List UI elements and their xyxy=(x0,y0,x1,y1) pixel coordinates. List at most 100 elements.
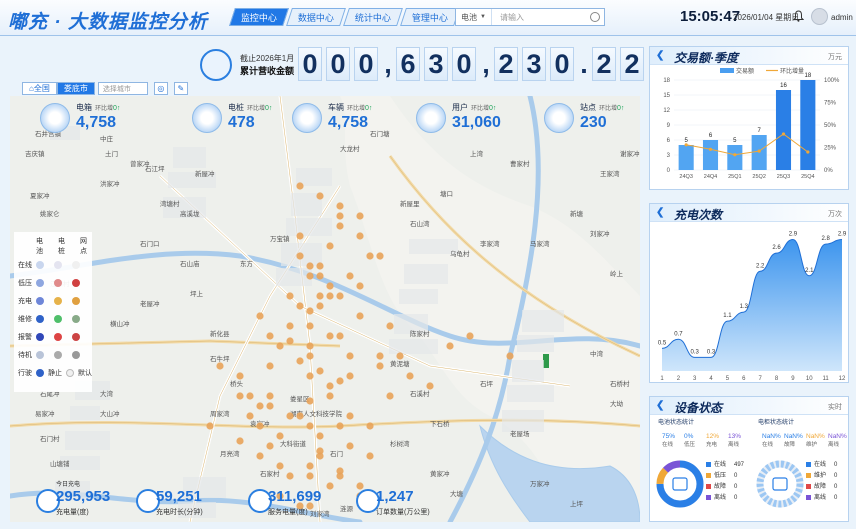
charging-station-dot xyxy=(356,282,364,290)
tab-stats-center[interactable]: 统计中心 xyxy=(343,8,403,26)
legend-row[interactable]: 维修 xyxy=(14,310,92,328)
x-tick-label: 25Q3 xyxy=(777,174,790,180)
bottom-stat-label: 服务电量(度) xyxy=(268,509,308,516)
city-block xyxy=(389,339,438,354)
legend-row-label: 维修 xyxy=(18,316,32,323)
date-text: 2026/01/04 星期日 xyxy=(733,13,800,22)
globe-icon[interactable]: ◎ xyxy=(153,82,168,95)
digit-box: 0 xyxy=(550,47,574,81)
stat-label: 车辆 环比增0↑ xyxy=(328,102,372,113)
charging-pile-icon xyxy=(192,103,222,133)
digit-box: 0 xyxy=(298,47,322,81)
transaction-chart: 交易额 环比增量 0 3 6 9 12 15 18 0% 25% 50% 75% 100% 5 24Q3 6 24… xyxy=(663,67,840,180)
stat-label: 用户 环比增0↑ xyxy=(452,102,496,113)
status-swatch xyxy=(706,473,711,478)
edit-icon[interactable]: ✎ xyxy=(173,82,188,95)
charging-station-dot xyxy=(286,292,294,300)
city-block xyxy=(399,289,438,304)
stat-value: 4,758 xyxy=(328,114,369,131)
city-block xyxy=(517,335,554,352)
charging-station-dot xyxy=(406,372,414,380)
revenue-digits: 000,630,230.22元 xyxy=(298,47,660,81)
charging-station-dot xyxy=(356,212,364,220)
bottom-stat-label: 充电量(度) xyxy=(56,509,89,516)
city-block xyxy=(65,431,110,450)
stat-name: 用户 xyxy=(452,103,468,112)
charging-station-dot xyxy=(376,352,384,360)
bell-icon[interactable] xyxy=(793,10,804,22)
device-top-label: 维护 xyxy=(806,440,818,448)
charging-station-dot xyxy=(306,262,314,270)
map-label: 大龙村 xyxy=(340,144,360,153)
x-tick-label: 1 xyxy=(660,376,664,382)
device-top-value: 12% xyxy=(706,433,719,440)
legend-dot xyxy=(72,315,80,323)
point-value-label: 1.1 xyxy=(723,313,732,319)
digit-box: 3 xyxy=(424,47,448,81)
charging-station-dot xyxy=(236,437,244,445)
city-block xyxy=(404,264,448,284)
username[interactable]: admin xyxy=(831,13,853,22)
map-area[interactable]: 吉庆镇 石井宫镇 中庄 土门 曾家冲 石江坪 高溪垅 夏家冲 姚家仑 洪家冲 湾塘村 新屋冲 石门口 石山… xyxy=(10,96,640,522)
charging-station-dot xyxy=(256,402,264,410)
charging-station-dot xyxy=(286,337,294,345)
legend-dot xyxy=(36,315,44,323)
search-icon[interactable] xyxy=(590,12,600,22)
legend-dot xyxy=(36,297,44,305)
charging-station-dot xyxy=(266,392,274,400)
y-tick-label: 0 xyxy=(667,168,671,174)
tab-loudi[interactable]: 娄底市 xyxy=(56,82,95,95)
money-icon xyxy=(200,49,232,81)
status-swatch xyxy=(706,495,711,500)
map-label: 大坳 xyxy=(610,399,624,408)
bar-value-label: 5 xyxy=(733,138,737,144)
digit-box: 3 xyxy=(522,47,546,81)
legend-label: 交易额 xyxy=(736,67,754,75)
charging-station-dot xyxy=(376,362,384,370)
digit-box: 2 xyxy=(494,47,518,81)
status-item-label: 低压 xyxy=(714,471,726,479)
stat-delta: 0↑ xyxy=(365,105,373,112)
bar-4 xyxy=(775,90,792,170)
stat-name: 电桩 xyxy=(228,103,244,112)
charging-station-dot xyxy=(256,422,264,430)
chevron-down-icon: ▼ xyxy=(480,14,486,20)
legend-row[interactable]: 低压 xyxy=(14,274,92,292)
legend-dot xyxy=(36,279,44,287)
tab-data-center[interactable]: 数据中心 xyxy=(286,8,346,26)
point-value-label: 2.9 xyxy=(789,232,798,238)
charging-station-dot xyxy=(356,312,364,320)
charging-station-dot xyxy=(286,472,294,480)
charging-station-dot xyxy=(286,322,294,330)
legend-row-label: 充电 xyxy=(18,298,32,305)
search-input[interactable]: 请输入 xyxy=(492,12,590,23)
charging-station-dot xyxy=(336,292,344,300)
stat-value: 4,758 xyxy=(76,114,117,131)
charging-station-dot xyxy=(326,242,334,250)
map-label: 李家湾 xyxy=(480,239,500,248)
legend-row[interactable]: 待机 xyxy=(14,346,92,364)
point-value-label: 2.9 xyxy=(838,232,847,238)
map-label: 石山湾 xyxy=(410,219,430,228)
charging-station-dot xyxy=(466,332,474,340)
city-select[interactable]: 选择城市 xyxy=(97,82,148,95)
status-item-value: 0 xyxy=(734,495,738,501)
stat-sub: 环比增 xyxy=(247,106,266,112)
point-value-label: 2.6 xyxy=(772,245,781,251)
transaction-panel: ❮ 交易额·季度 万元 交易额 环比增量 0 3 6 9 12 15 18 0% 25% 50% 75% 10… xyxy=(649,46,849,190)
legend-row[interactable]: 报警 xyxy=(14,328,92,346)
legend-row[interactable]: 充电 xyxy=(14,292,92,310)
charging-station-dot xyxy=(346,412,354,420)
stat-label: 站点 环比增0↑ xyxy=(580,102,624,113)
tab-national[interactable]: ⌂ 全国 xyxy=(22,82,57,95)
tab-monitor-center[interactable]: 监控中心 xyxy=(229,8,289,26)
legend-row[interactable]: 在线 xyxy=(14,256,92,274)
map-label: 石门 xyxy=(330,449,343,458)
charging-station-dot xyxy=(256,312,264,320)
status-swatch xyxy=(806,462,811,467)
tab-manage-center[interactable]: 管理中心 xyxy=(400,8,460,26)
x-tick-label: 5 xyxy=(726,376,730,382)
avatar[interactable] xyxy=(811,8,828,25)
charging-station-dot xyxy=(336,422,344,430)
search-type-select[interactable]: 电池 ▼ xyxy=(456,9,492,25)
